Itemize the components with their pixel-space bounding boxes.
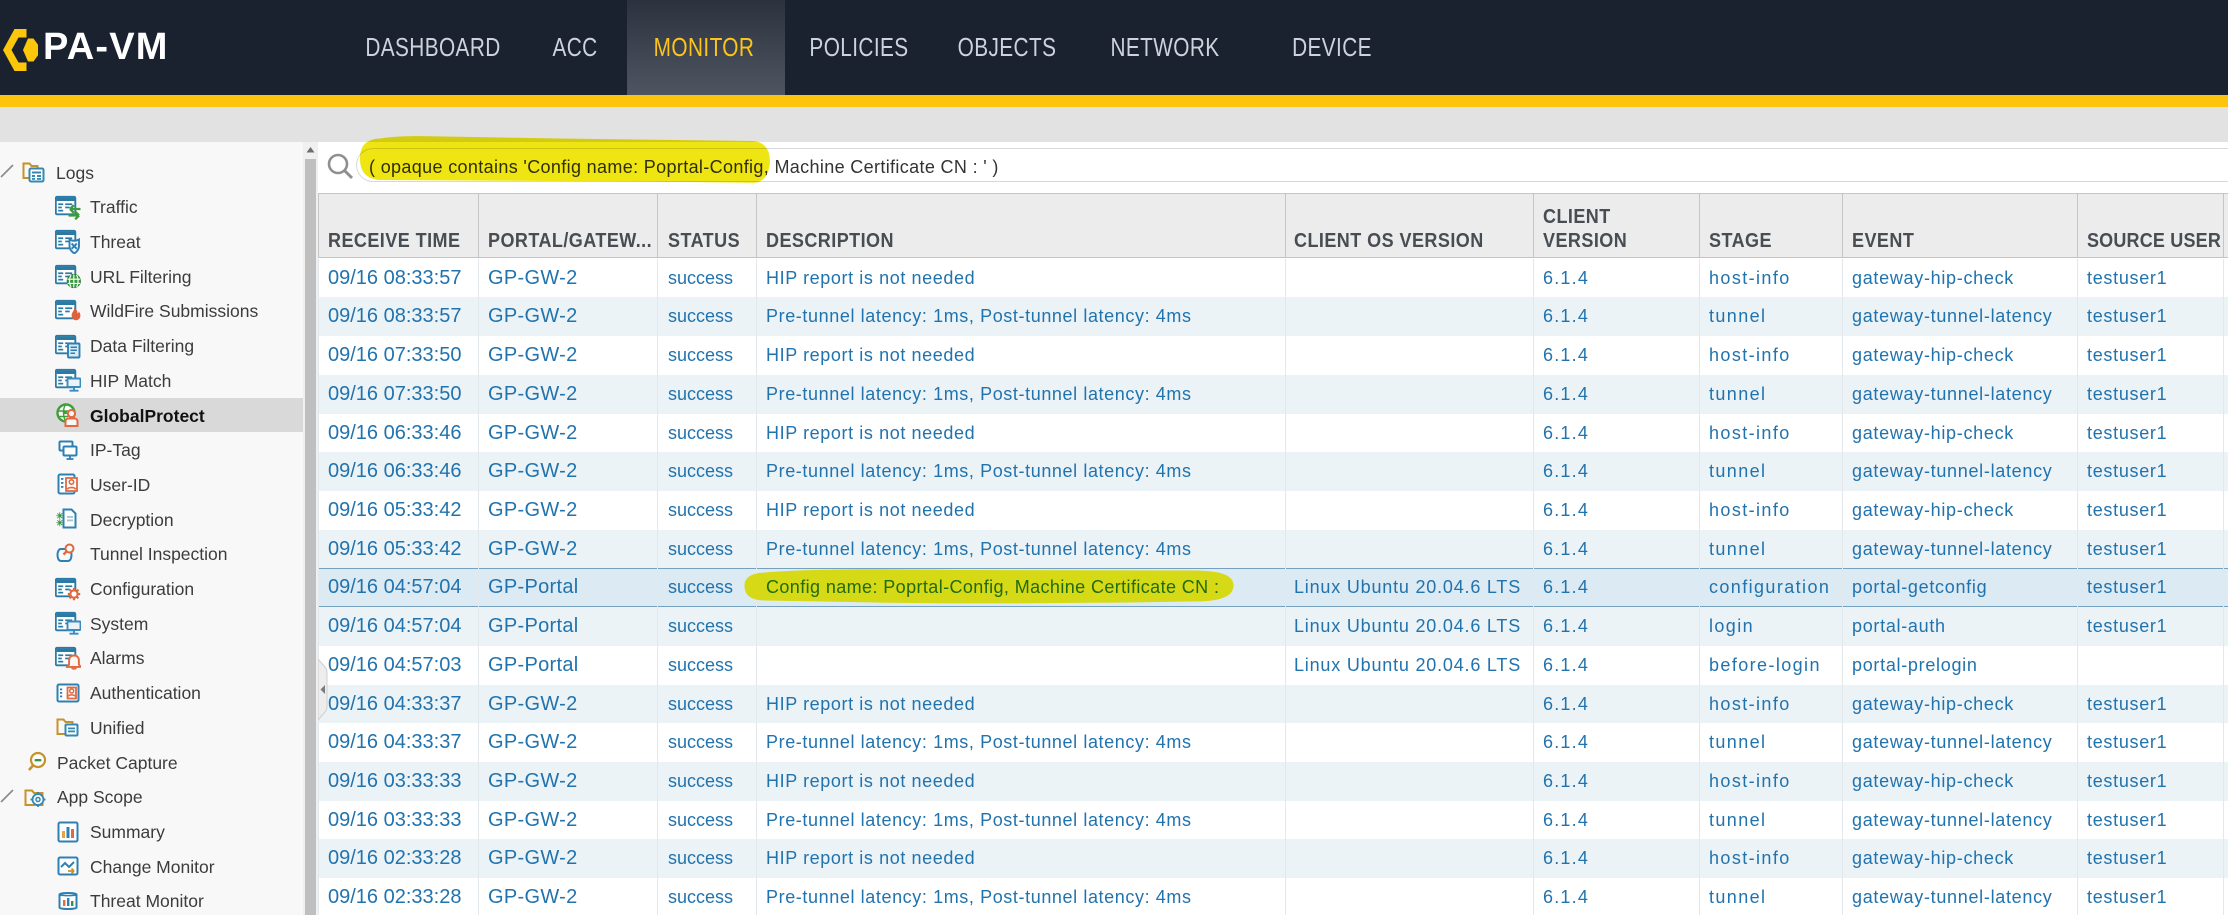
svg-text:✳: ✳ — [56, 518, 64, 528]
